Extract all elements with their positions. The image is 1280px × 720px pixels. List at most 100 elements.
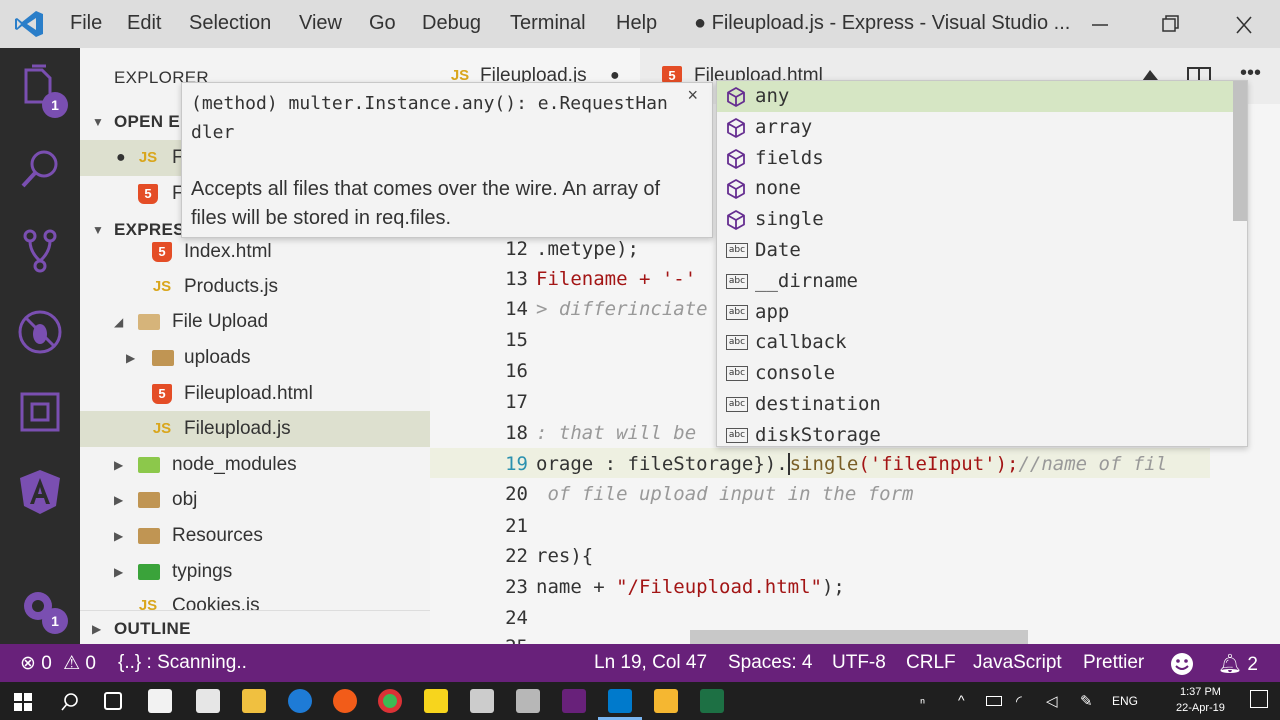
excel-icon[interactable] [700, 689, 724, 713]
search-icon[interactable] [60, 692, 80, 712]
cursor-position[interactable]: Ln 19, Col 47 [594, 652, 707, 674]
firefox-icon[interactable] [333, 689, 357, 713]
language-mode[interactable]: JavaScript [973, 652, 1062, 674]
chevron-right-icon: ▶ [114, 493, 124, 507]
edge-icon[interactable] [288, 689, 312, 713]
indentation-status[interactable]: Spaces: 4 [728, 652, 813, 674]
visual-studio-icon[interactable] [562, 689, 586, 713]
suggestion-item[interactable]: fields [717, 143, 1233, 174]
azure-activity[interactable] [16, 468, 64, 516]
suggestion-item[interactable]: any [717, 81, 1233, 112]
wifi-icon[interactable]: ◜ [1016, 692, 1022, 710]
activity-bar: 1 1 [0, 48, 80, 644]
input-language[interactable]: ENG [1112, 694, 1138, 708]
tree-item-fileupload-js[interactable]: JS Fileupload.js [80, 411, 430, 447]
keyboard-icon[interactable] [516, 689, 540, 713]
suggestion-item[interactable]: none [717, 173, 1233, 204]
suggestion-label: console [755, 362, 836, 385]
people-icon[interactable]: ⁿ [920, 694, 925, 710]
file-explorer-icon[interactable] [242, 689, 266, 713]
menu-file[interactable]: File [70, 12, 102, 35]
tree-folder-file-upload[interactable]: ◢ File Upload [80, 304, 430, 340]
suggestion-item[interactable]: array [717, 112, 1233, 143]
close-window-button[interactable] [1224, 8, 1264, 40]
tree-folder-resources[interactable]: ▶ Resources [80, 518, 430, 554]
tree-folder-uploads[interactable]: ▶ uploads [80, 340, 430, 376]
windows-taskbar: ⁿ ^ ◜ ◁ ✎ ENG 1:37 PM 22-Apr-19 [0, 682, 1280, 720]
menu-edit[interactable]: Edit [127, 12, 161, 35]
menu-view[interactable]: View [299, 12, 342, 35]
suggestion-scrollbar[interactable] [1233, 81, 1247, 221]
menu-debug[interactable]: Debug [422, 12, 481, 35]
pen-icon[interactable]: ✎ [1080, 692, 1093, 710]
volume-icon[interactable]: ◁ [1046, 692, 1058, 710]
suggestion-item[interactable]: abc callback [717, 327, 1233, 358]
tree-folder-node-modules[interactable]: ▶ node_modules [80, 447, 430, 483]
code-line-current[interactable]: orage : fileStorage}). single('fileInput'… [536, 453, 1167, 475]
chrome-icon[interactable] [378, 689, 402, 713]
code-line[interactable]: > differinciate [536, 298, 708, 320]
store-icon[interactable] [148, 689, 172, 713]
notifications-indicator[interactable]: 🔔︎ 2 [1218, 652, 1258, 676]
restore-button[interactable] [1150, 8, 1190, 40]
sticky-notes-icon[interactable] [424, 689, 448, 713]
tree-folder-typings[interactable]: ▶ typings [80, 554, 430, 590]
window-title: ● Fileupload.js - Express - Visual Studi… [694, 12, 1071, 34]
source-control-activity[interactable] [16, 226, 64, 274]
outlook-icon[interactable] [654, 689, 678, 713]
outline-section[interactable]: ▶ OUTLINE [80, 610, 430, 644]
tree-item-fileupload-html[interactable]: 5 Fileupload.html [80, 376, 430, 412]
vscode-taskbar-icon[interactable] [608, 689, 632, 713]
minimize-button[interactable] [1080, 8, 1120, 40]
action-center-icon[interactable] [1250, 690, 1268, 708]
suggestion-item[interactable]: abc diskStorage [717, 420, 1233, 446]
tree-item-cookies-js[interactable]: JS Cookies.js [80, 588, 430, 612]
code-line[interactable]: res){ [536, 545, 593, 567]
suggestion-item[interactable]: abc destination [717, 389, 1233, 420]
line-number: 20 [505, 483, 528, 505]
clock-time[interactable]: 1:37 PM [1180, 686, 1221, 698]
encoding-status[interactable]: UTF-8 [832, 652, 886, 674]
code-line[interactable]: of file upload input in the form [536, 483, 913, 505]
battery-icon[interactable] [986, 696, 1002, 706]
windows-start-icon[interactable] [14, 693, 32, 711]
horizontal-scrollbar[interactable] [690, 630, 1028, 644]
code-line[interactable]: : that will be [536, 422, 696, 444]
extensions-activity[interactable] [16, 388, 64, 436]
suggestion-item[interactable]: abc __dirname [717, 266, 1233, 297]
mail-icon[interactable] [196, 689, 220, 713]
line-number: 25 [460, 636, 528, 644]
suggestion-item[interactable]: abc app [717, 297, 1233, 328]
code-line[interactable]: name + "/Fileupload.html"); [536, 576, 845, 598]
tree-folder-obj[interactable]: ▶ obj [80, 482, 430, 518]
prettier-status[interactable]: Prettier [1083, 652, 1144, 674]
code-line[interactable]: Filename + '-' [536, 268, 696, 290]
tree-item-products-js[interactable]: JS Products.js [80, 269, 430, 305]
html5-file-icon: 5 [152, 242, 172, 262]
explorer-activity[interactable]: 1 [16, 64, 68, 118]
suggestion-item[interactable]: single [717, 204, 1233, 235]
debug-activity[interactable] [16, 308, 64, 356]
suggestion-item[interactable]: abc Date [717, 235, 1233, 266]
line-number: 22 [505, 545, 528, 567]
settings-activity[interactable]: 1 [16, 584, 68, 634]
menu-go[interactable]: Go [369, 12, 396, 35]
task-view-icon[interactable] [104, 692, 122, 710]
eol-status[interactable]: CRLF [906, 652, 956, 674]
html5-file-icon: 5 [152, 384, 172, 404]
chevron-right-icon: ▶ [114, 565, 124, 579]
menu-selection[interactable]: Selection [189, 12, 271, 35]
suggestion-item[interactable]: abc console [717, 358, 1233, 389]
calculator-icon[interactable] [470, 689, 494, 713]
scanning-status[interactable]: {..} : Scanning.. [118, 652, 247, 674]
tree-item-index-html[interactable]: 5 Index.html [80, 234, 430, 270]
feedback-smiley-icon[interactable] [1170, 652, 1194, 676]
problems-indicator[interactable]: ⊗ 0 ⚠ 0 [20, 652, 96, 675]
code-line[interactable]: .metype); [536, 238, 639, 260]
menu-terminal[interactable]: Terminal [510, 12, 586, 35]
clock-date[interactable]: 22-Apr-19 [1176, 702, 1225, 714]
chevron-up-icon[interactable]: ^ [958, 692, 965, 708]
menu-help[interactable]: Help [616, 12, 657, 35]
search-activity[interactable] [16, 146, 64, 194]
close-hover-button[interactable]: × [687, 85, 698, 106]
